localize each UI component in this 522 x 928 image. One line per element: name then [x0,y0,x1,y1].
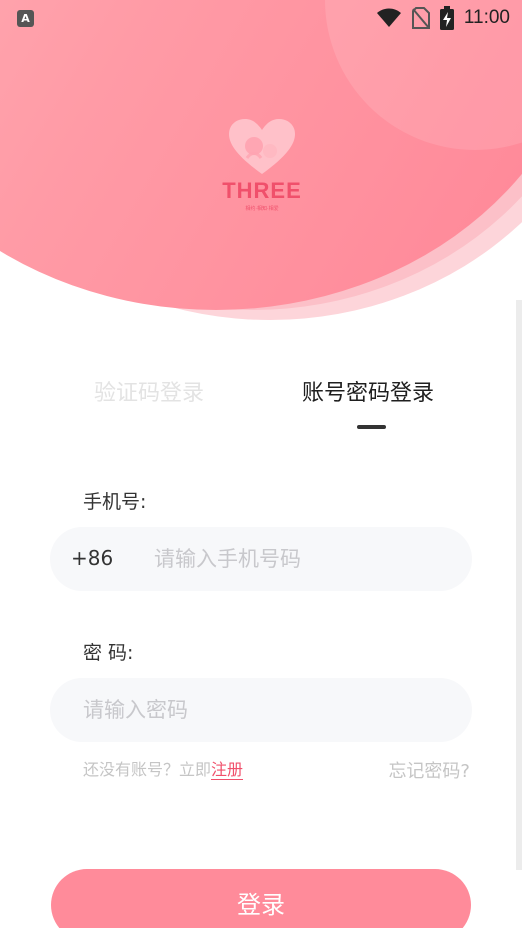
hero-header: THREE 相约·相知·相爱 [0,0,522,340]
app-notification-icon: A [17,10,34,27]
phone-input[interactable] [154,527,454,591]
phone-label: 手机号: [83,491,147,513]
password-label: 密 码: [83,642,134,664]
logo-wordmark: THREE [222,178,302,203]
app-logo: THREE 相约·相知·相爱 [218,118,306,214]
tab-sms-login[interactable]: 验证码登录 [94,375,204,407]
tab-password-login[interactable]: 账号密码登录 [302,375,434,407]
phone-field: +86 [50,527,472,591]
password-input[interactable] [83,678,453,742]
login-button[interactable]: 登录 [51,869,471,928]
no-sim-icon [411,7,430,29]
password-field [50,678,472,742]
heart-logo-icon [229,119,295,174]
login-mode-tabs: 验证码登录 账号密码登录 [0,370,522,440]
register-link[interactable]: 注册 [211,760,244,780]
logo-tagline: 相约·相知·相爱 [245,206,279,212]
register-prompt: 还没有账号？立即注册 [83,756,244,780]
forgot-password-link[interactable]: 忘记密码? [388,757,470,783]
status-bar: A 11:00 [0,0,522,36]
battery-charging-icon [439,6,454,30]
active-tab-indicator [357,425,386,429]
wifi-icon [376,8,401,27]
country-code[interactable]: +86 [71,546,113,570]
status-time: 11:00 [463,7,510,28]
register-prompt-text: 还没有账号？立即 [83,760,212,779]
scrollbar[interactable] [516,300,522,870]
